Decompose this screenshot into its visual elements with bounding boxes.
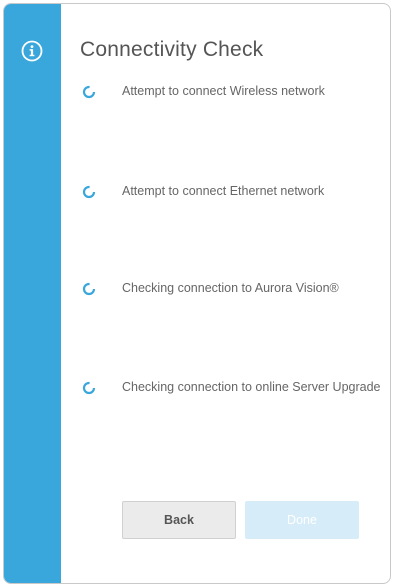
dialog-title: Connectivity Check <box>80 38 264 61</box>
check-label-ethernet: Attempt to connect Ethernet network <box>122 184 325 198</box>
info-icon <box>21 40 43 62</box>
spinner-icon <box>82 282 96 296</box>
back-button[interactable]: Back <box>122 501 236 539</box>
connectivity-dialog: Connectivity Check Attempt to connect Wi… <box>3 3 391 584</box>
done-button[interactable]: Done <box>245 501 359 539</box>
check-label-aurora-vision: Checking connection to Aurora Vision® <box>122 281 339 295</box>
spinner-icon <box>82 381 96 395</box>
info-sidebar <box>4 4 61 583</box>
check-label-wireless: Attempt to connect Wireless network <box>122 84 325 98</box>
spinner-icon <box>82 185 96 199</box>
check-label-server-upgrade: Checking connection to online Server Upg… <box>122 380 381 394</box>
spinner-icon <box>82 85 96 99</box>
